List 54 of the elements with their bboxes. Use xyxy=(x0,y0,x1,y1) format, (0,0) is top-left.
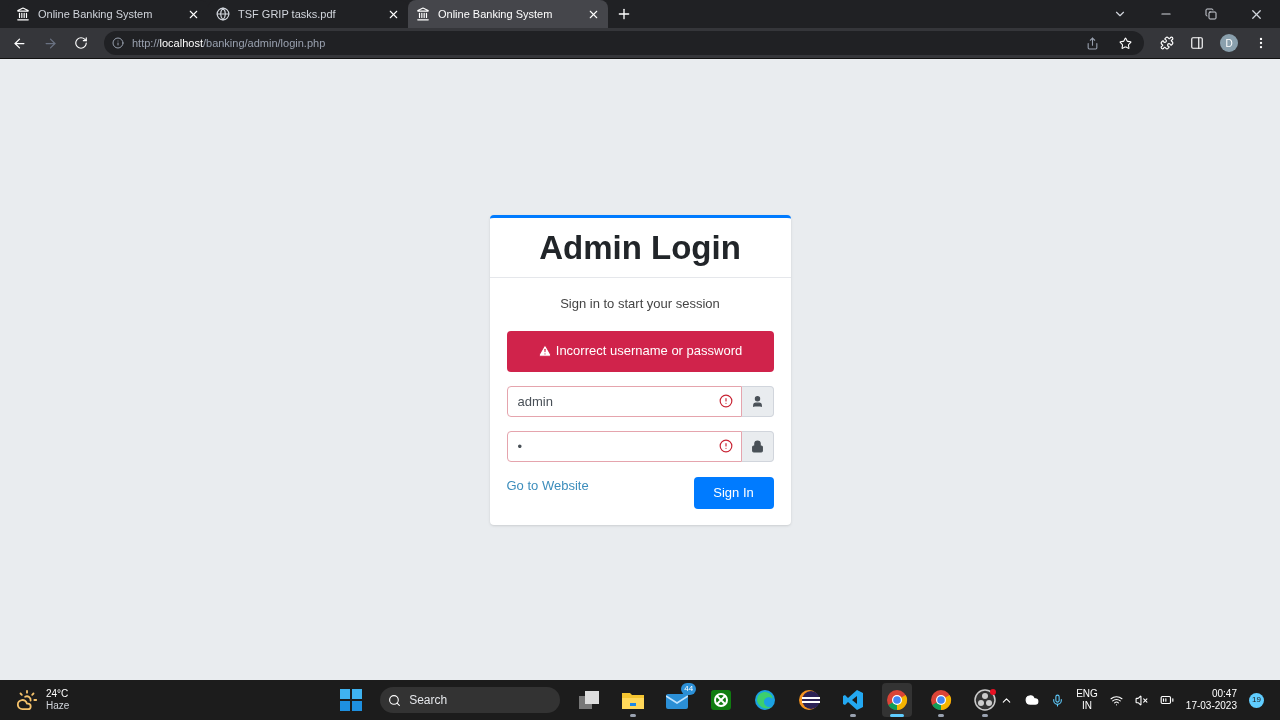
battery-icon[interactable] xyxy=(1159,693,1174,707)
weather-icon[interactable] xyxy=(16,689,38,711)
website-link[interactable]: Go to Website xyxy=(506,475,589,495)
share-icon[interactable] xyxy=(1086,36,1099,50)
lock-icon xyxy=(750,439,764,453)
notification-badge[interactable]: 19 xyxy=(1249,692,1264,708)
new-tab-icon[interactable] xyxy=(616,6,632,22)
search-placeholder: Search xyxy=(409,692,448,709)
password-field[interactable]: • xyxy=(506,430,742,462)
cloud-icon[interactable] xyxy=(1025,693,1040,707)
weather-condition: Haze xyxy=(46,700,70,713)
bank-icon xyxy=(16,7,30,21)
temperature-text: 24°C xyxy=(46,687,70,700)
tab-title: Online Banking System xyxy=(438,6,554,22)
muted-speaker-icon[interactable] xyxy=(1134,693,1148,707)
microphone-icon[interactable] xyxy=(1051,693,1065,707)
extensions-icon[interactable] xyxy=(1160,36,1174,50)
login-subtitle: Sign in to start your session xyxy=(559,295,721,313)
forward-icon[interactable] xyxy=(43,35,58,51)
globe-icon xyxy=(216,7,230,21)
alert-text: Incorrect username or password xyxy=(555,342,743,361)
wifi-icon[interactable] xyxy=(1109,693,1123,707)
bank-icon xyxy=(416,7,430,21)
folder-icon[interactable] xyxy=(622,691,645,709)
user-icon xyxy=(750,394,764,408)
address-bar[interactable]: http://localhost/banking/admin/login.php xyxy=(104,31,1144,55)
mail-icon[interactable] xyxy=(666,691,689,709)
taskbar-search[interactable]: Search xyxy=(380,687,561,713)
browser-tab[interactable]: Online Banking System xyxy=(408,0,608,28)
login-title: Admin Login xyxy=(539,227,741,268)
clock-time[interactable]: 00:47 xyxy=(1211,687,1237,700)
search-icon xyxy=(388,693,402,707)
clock-date[interactable]: 17-03-2023 xyxy=(1185,700,1237,713)
windows-logo-icon[interactable] xyxy=(340,689,363,711)
url-text: http://localhost/banking/admin/login.php xyxy=(132,35,327,51)
tab-title: TSF GRIP tasks.pdf xyxy=(238,6,337,22)
unread-badge: 44 xyxy=(681,683,697,695)
side-panel-icon[interactable] xyxy=(1190,36,1204,50)
sign-in-button[interactable]: Sign In xyxy=(693,476,774,509)
tab-title: Online Banking System xyxy=(38,6,154,22)
error-icon xyxy=(718,438,733,453)
star-icon[interactable] xyxy=(1119,36,1132,50)
task-view-icon[interactable] xyxy=(579,691,600,709)
language-text[interactable]: ENG xyxy=(1076,687,1098,700)
warning-icon xyxy=(537,344,552,358)
recorder-icon[interactable] xyxy=(974,689,997,711)
error-icon xyxy=(718,393,733,408)
username-field[interactable]: admin xyxy=(506,385,742,417)
restore-icon[interactable] xyxy=(1205,8,1217,20)
code-editor-icon[interactable] xyxy=(843,690,864,710)
reload-icon[interactable] xyxy=(74,36,88,50)
back-icon[interactable] xyxy=(12,35,27,51)
info-icon[interactable] xyxy=(112,37,124,49)
region-text[interactable]: IN xyxy=(1082,700,1092,713)
